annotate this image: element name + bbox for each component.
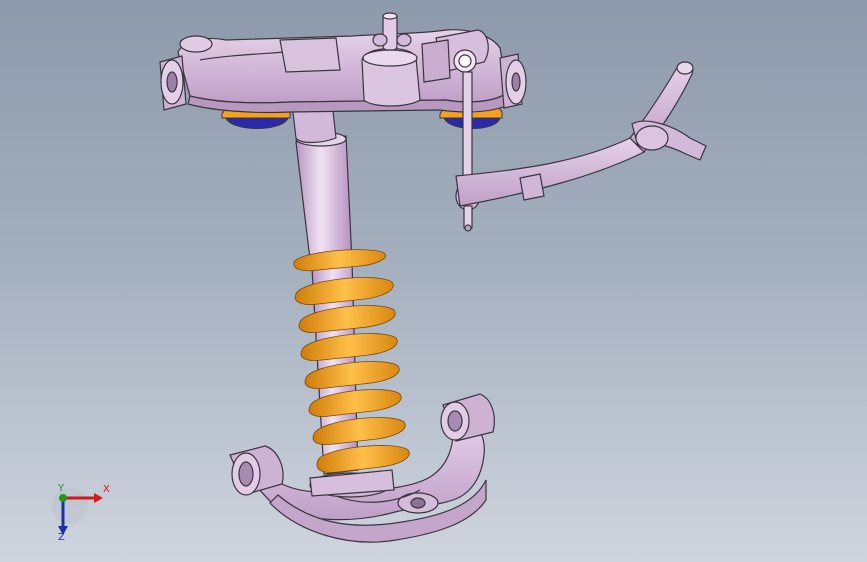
suspension-assembly-model[interactable]: [0, 0, 867, 562]
triad-y-label: Y: [58, 483, 65, 494]
lower-arm-bushing-right[interactable]: [440, 393, 495, 442]
coordinate-triad: X Y Z: [46, 478, 118, 544]
crossmember-left-flange[interactable]: [159, 55, 187, 111]
triad-x-label: X: [103, 484, 110, 495]
cad-viewport[interactable]: X Y Z: [0, 0, 867, 562]
triad-z-label: Z: [58, 532, 65, 543]
center-top-mount[interactable]: [361, 12, 421, 107]
crossmember-right-flange[interactable]: [499, 53, 527, 109]
